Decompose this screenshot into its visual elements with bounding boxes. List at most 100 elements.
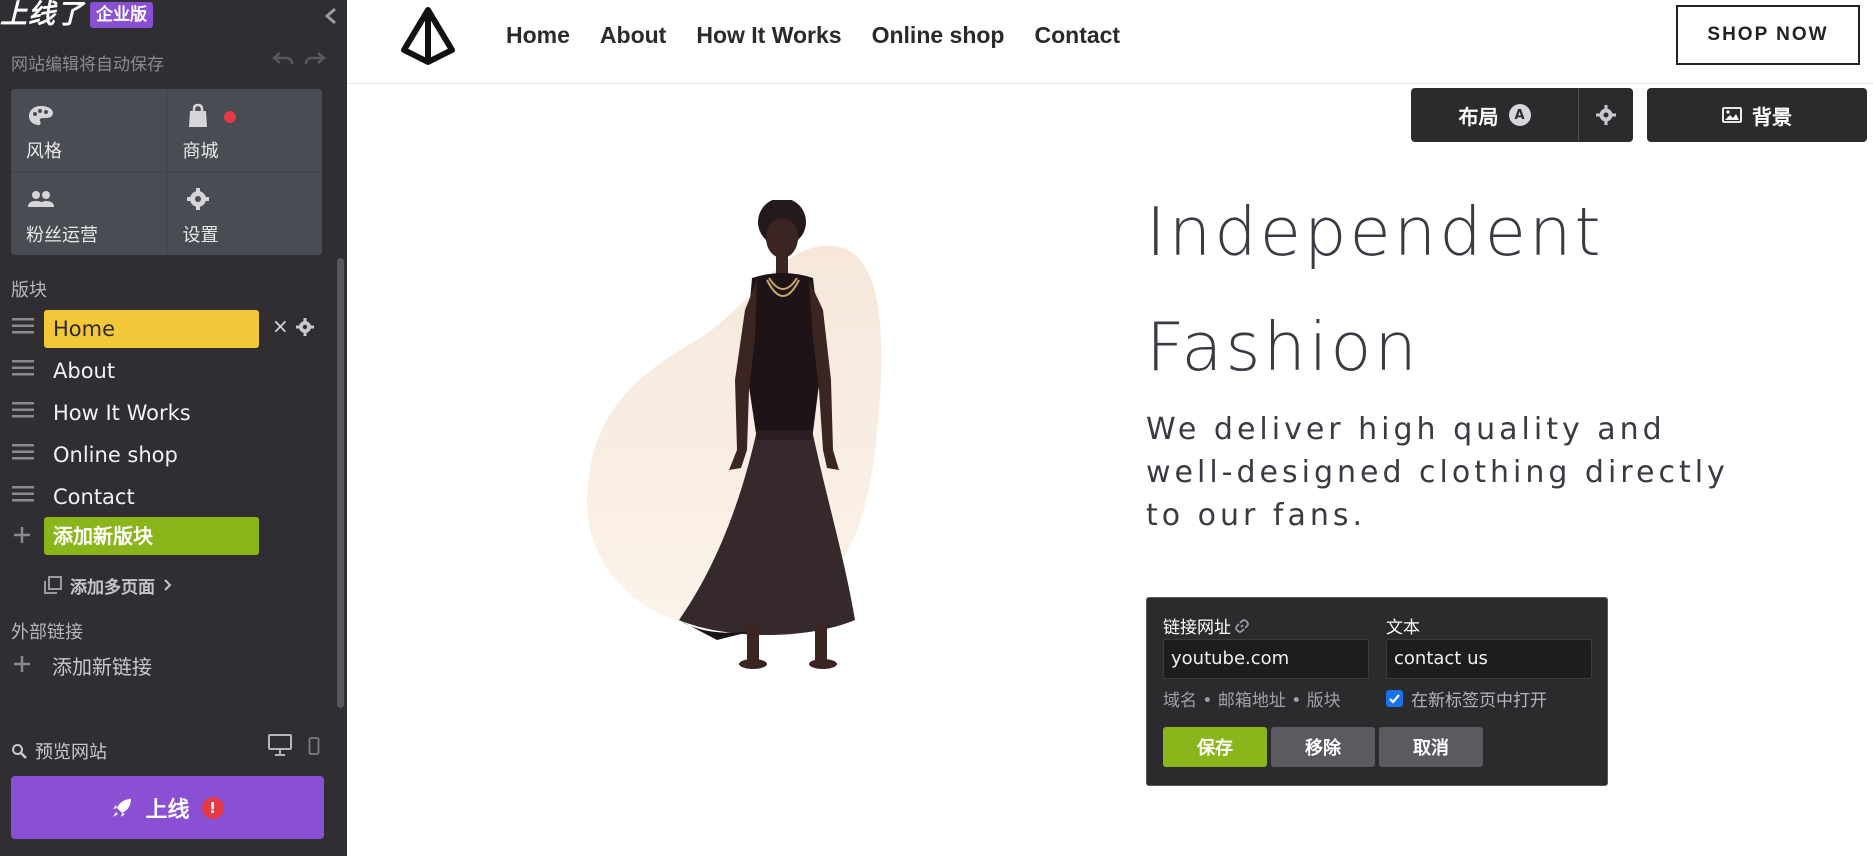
add-block-row: 添加新版块 [0, 515, 330, 557]
people-icon [27, 187, 55, 213]
link-text-input[interactable]: contact us [1386, 639, 1592, 679]
brand-logo: 上线了 [0, 0, 84, 30]
publish-label: 上线 [145, 797, 190, 823]
block-item-about[interactable]: About [0, 347, 330, 389]
remove-button[interactable]: 移除 [1271, 727, 1375, 767]
desktop-icon[interactable] [267, 733, 293, 757]
drag-handle-icon[interactable] [12, 402, 34, 418]
url-hint: 域名 • 邮箱地址 • 版块 [1163, 691, 1341, 711]
shop-now-button[interactable]: SHOP NOW [1676, 5, 1860, 65]
open-new-tab-label: 在新标签页中打开 [1411, 691, 1547, 711]
background-button[interactable]: 背景 [1647, 88, 1867, 142]
tool-style[interactable]: 风格 [11, 89, 166, 171]
block-label: About [53, 359, 116, 383]
nav-about[interactable]: About [600, 18, 666, 52]
chevron-right-icon [164, 579, 172, 591]
url-input[interactable]: youtube.com [1163, 639, 1369, 679]
hero-model-image[interactable] [587, 200, 987, 740]
layout-button[interactable]: 布局 A [1411, 88, 1579, 142]
plus-icon [12, 654, 32, 674]
tool-grid: 风格 商城 粉丝运营 设置 [11, 89, 322, 255]
block-label: Home [44, 310, 259, 348]
checkbox-checked-icon [1386, 690, 1403, 707]
redo-icon[interactable] [304, 50, 326, 68]
tool-fans[interactable]: 粉丝运营 [11, 173, 166, 255]
site-canvas: Home About How It Works Online shop Cont… [347, 0, 1873, 856]
blocks-section-label: 版块 [11, 280, 47, 301]
preview-label: 预览网站 [35, 742, 107, 763]
add-link-label: 添加新链接 [52, 655, 152, 679]
hero-title[interactable]: Independent Fashion [1146, 175, 1746, 405]
tool-label: 风格 [26, 141, 62, 162]
undo-icon[interactable] [272, 50, 294, 68]
drag-handle-icon[interactable] [12, 360, 34, 376]
external-links-label: 外部链接 [11, 622, 83, 643]
palette-icon [27, 103, 55, 129]
pages-icon [44, 576, 62, 594]
publish-button[interactable]: 上线 ! [11, 776, 324, 839]
block-label: Contact [53, 485, 135, 509]
tool-label: 商城 [182, 141, 219, 162]
add-link-row[interactable]: 添加新链接 [0, 646, 330, 682]
nav-home[interactable]: Home [506, 18, 570, 52]
add-page-label: 添加多页面 [70, 577, 155, 598]
tool-label: 设置 [182, 225, 219, 246]
edition-badge: 企业版 [90, 2, 153, 28]
autosave-notice: 网站编辑将自动保存 [11, 55, 164, 75]
sidebar-scrollbar[interactable] [337, 258, 344, 708]
search-icon [12, 744, 27, 759]
alert-icon: ! [201, 796, 224, 819]
undo-redo [272, 50, 326, 68]
hero-title-line: Fashion [1146, 308, 1420, 386]
delete-block-icon[interactable]: × [272, 316, 289, 336]
tool-shop[interactable]: 商城 [167, 89, 322, 171]
block-label: How It Works [53, 401, 191, 425]
open-new-tab-checkbox[interactable]: 在新标签页中打开 [1386, 686, 1547, 711]
layout-toolbar: 布局 A [1411, 88, 1633, 142]
section-settings-icon[interactable] [1579, 88, 1633, 142]
block-item-how-it-works[interactable]: How It Works [0, 389, 330, 431]
nav-online-shop[interactable]: Online shop [872, 18, 1005, 52]
block-item-home[interactable]: Home × [0, 305, 330, 348]
drag-handle-icon[interactable] [12, 444, 34, 460]
link-icon [1235, 618, 1249, 633]
nav-how-it-works[interactable]: How It Works [696, 18, 841, 52]
brand: 上线了 企业版 [0, 0, 153, 30]
site-header: Home About How It Works Online shop Cont… [347, 0, 1873, 84]
notification-dot [223, 111, 236, 123]
link-editor-popup: 链接网址 文本 youtube.com contact us 域名 • 邮箱地址… [1146, 597, 1608, 786]
layout-badge: A [1508, 104, 1531, 126]
drag-handle-icon[interactable] [12, 486, 34, 502]
collapse-sidebar-icon[interactable] [322, 6, 340, 26]
add-block-button[interactable]: 添加新版块 [44, 517, 259, 555]
layout-label: 布局 [1458, 104, 1499, 129]
hero-title-line: Independent [1146, 193, 1604, 271]
editor-sidebar: 上线了 企业版 网站编辑将自动保存 风格 商城 粉丝运营 设置 版块 Home … [0, 0, 347, 856]
image-icon [1722, 107, 1742, 123]
block-item-contact[interactable]: Contact [0, 473, 330, 515]
url-label: 链接网址 [1163, 613, 1249, 638]
nav-contact[interactable]: Contact [1034, 18, 1120, 52]
text-label: 文本 [1386, 618, 1420, 638]
shopping-bag-icon [184, 103, 212, 129]
site-logo-icon[interactable] [397, 6, 459, 66]
gear-icon [184, 187, 212, 213]
cancel-button[interactable]: 取消 [1379, 727, 1483, 767]
preview-site-button[interactable]: 预览网站 [11, 738, 107, 764]
add-page-button[interactable]: 添加多页面 [44, 573, 173, 598]
hero-subtitle[interactable]: We deliver high quality and well-designe… [1146, 408, 1766, 537]
block-label: Online shop [53, 443, 178, 467]
drag-handle-icon[interactable] [12, 318, 34, 334]
rocket-icon [113, 798, 132, 817]
save-button[interactable]: 保存 [1163, 727, 1267, 767]
block-settings-icon[interactable] [295, 317, 315, 337]
block-item-online-shop[interactable]: Online shop [0, 431, 330, 473]
site-nav: Home About How It Works Online shop Cont… [506, 18, 1120, 52]
background-label: 背景 [1752, 104, 1792, 129]
tool-label: 粉丝运营 [26, 225, 98, 246]
url-label-text: 链接网址 [1163, 618, 1231, 638]
tool-settings[interactable]: 设置 [167, 173, 322, 255]
mobile-icon[interactable] [308, 737, 320, 755]
plus-icon [12, 525, 32, 545]
block-list: Home × About How It Works Online shop Co… [0, 305, 330, 515]
